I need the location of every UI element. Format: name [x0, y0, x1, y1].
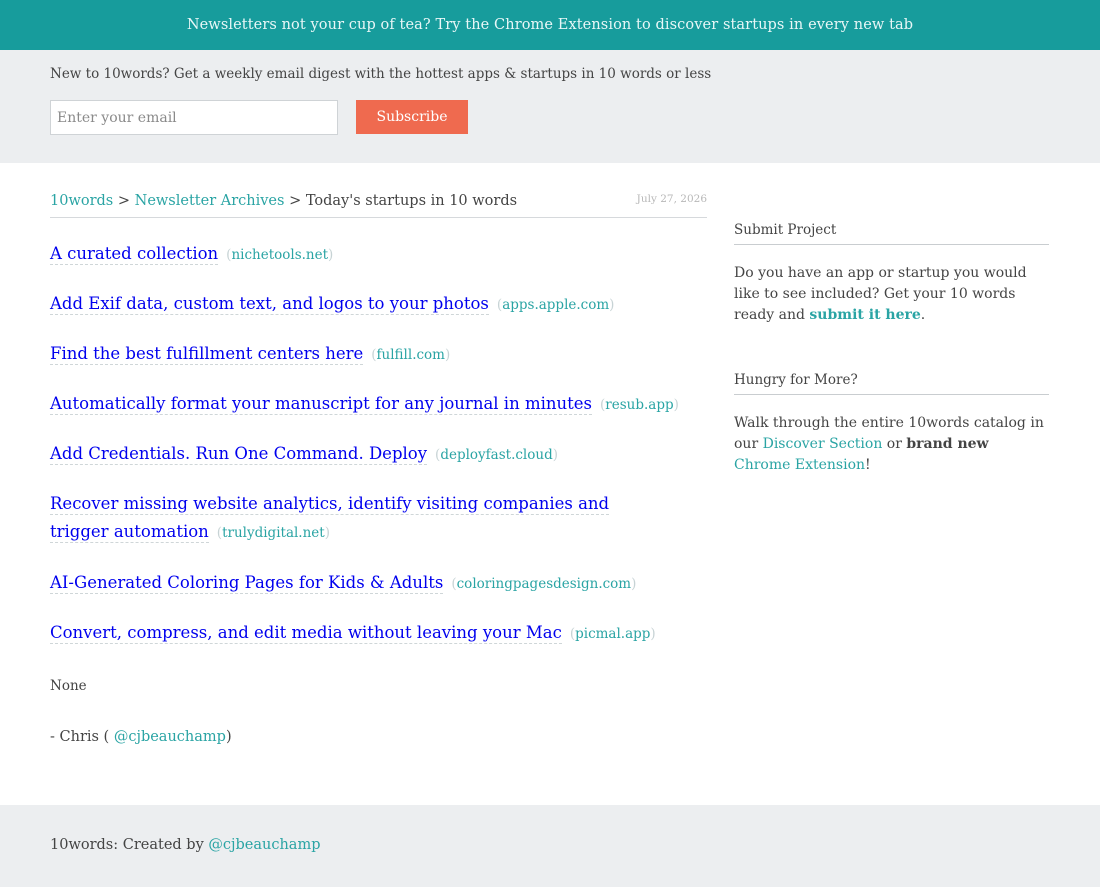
startup-item-title[interactable]: Find the best fulfillment centers here [50, 344, 364, 365]
breadcrumb-home-link[interactable]: 10words [50, 193, 113, 209]
note-text: None [50, 678, 87, 694]
hungry-mid: or [882, 436, 907, 452]
submit-it-here-link[interactable]: submit it here [809, 307, 920, 323]
startup-item: Find the best fulfillment centers here fu… [50, 340, 450, 369]
startup-item-title[interactable]: AI-Generated Coloring Pages for Kids & A… [50, 573, 444, 594]
breadcrumb: 10words > Newsletter Archives > Today's … [50, 193, 517, 209]
footer-credit: 10words: Created by @cjbeauchamp [50, 837, 320, 853]
startup-item-title[interactable]: Add Exif data, custom text, and logos to… [50, 294, 489, 315]
startup-item-domain[interactable]: coloringpagesdesign.com [451, 576, 636, 592]
signoff-handle-link[interactable]: @cjbeauchamp [114, 729, 226, 745]
startup-item: AI-Generated Coloring Pages for Kids & A… [50, 569, 636, 598]
top-banner: Newsletters not your cup of tea? Try the… [0, 0, 1100, 50]
hungry-for-more-text: Walk through the entire 10words catalog … [734, 413, 1049, 476]
discover-section-link[interactable]: Discover Section [763, 436, 883, 452]
startup-item-domain[interactable]: picmal.app [570, 626, 656, 642]
signup-panel: New to 10words? Get a weekly email diges… [0, 50, 1100, 163]
footer-handle-link[interactable]: @cjbeauchamp [208, 837, 320, 853]
startup-item-title[interactable]: Add Credentials. Run One Command. Deploy [50, 444, 428, 465]
chrome-extension-link[interactable]: Chrome Extension [734, 457, 865, 473]
breadcrumb-row: 10words > Newsletter Archives > Today's … [50, 190, 707, 218]
sidebar: Submit Project Do you have an app or sta… [734, 222, 1049, 476]
footer-prefix: 10words: Created by [50, 837, 209, 853]
startup-item-domain[interactable]: fulfill.com [371, 347, 450, 363]
startup-item-domain[interactable]: trulydigital.net [217, 525, 330, 541]
startup-item-domain[interactable]: deployfast.cloud [435, 447, 558, 463]
post-date: July 27, 2026 [636, 193, 707, 205]
startup-item-domain[interactable]: apps.apple.com [497, 297, 615, 313]
signoff-prefix: - Chris ( [50, 729, 114, 745]
startup-item: A curated collection nichetools.net [50, 240, 333, 269]
breadcrumb-archives-link[interactable]: Newsletter Archives [135, 193, 285, 209]
hungry-for-more-heading: Hungry for More? [734, 372, 1049, 395]
email-input[interactable] [50, 100, 338, 135]
signoff-suffix: ) [225, 729, 232, 745]
signoff: - Chris ( @cjbeauchamp) [50, 729, 232, 745]
signup-prompt: New to 10words? Get a weekly email diges… [50, 66, 712, 82]
footer: 10words: Created by @cjbeauchamp [0, 805, 1100, 887]
subscribe-button[interactable]: Subscribe [356, 100, 468, 134]
startup-item-title[interactable]: Automatically format your manuscript for… [50, 394, 592, 415]
chrome-extension-banner-link[interactable]: Newsletters not your cup of tea? Try the… [187, 17, 913, 33]
submit-project-end: . [920, 307, 926, 323]
brand-new-text: brand new [906, 436, 989, 452]
startup-item: Add Credentials. Run One Command. Deploy… [50, 440, 558, 469]
submit-project-text: Do you have an app or startup you would … [734, 263, 1049, 326]
startup-item: Recover missing website analytics, ident… [50, 490, 650, 547]
breadcrumb-separator: > [284, 193, 306, 209]
hungry-end: ! [865, 457, 871, 473]
startup-item: Convert, compress, and edit media withou… [50, 619, 656, 648]
startup-item-title[interactable]: A curated collection [50, 244, 219, 265]
startup-item: Automatically format your manuscript for… [50, 390, 679, 419]
startup-item-domain[interactable]: resub.app [600, 397, 679, 413]
hungry-for-more-block: Hungry for More? Walk through the entire… [734, 372, 1049, 476]
submit-project-heading: Submit Project [734, 222, 1049, 245]
breadcrumb-separator: > [113, 193, 135, 209]
startup-item: Add Exif data, custom text, and logos to… [50, 290, 614, 319]
startup-item-title[interactable]: Convert, compress, and edit media withou… [50, 623, 562, 644]
main-content: 10words > Newsletter Archives > Today's … [50, 190, 707, 745]
breadcrumb-current: Today's startups in 10 words [305, 193, 518, 209]
startup-item-domain[interactable]: nichetools.net [226, 247, 333, 263]
